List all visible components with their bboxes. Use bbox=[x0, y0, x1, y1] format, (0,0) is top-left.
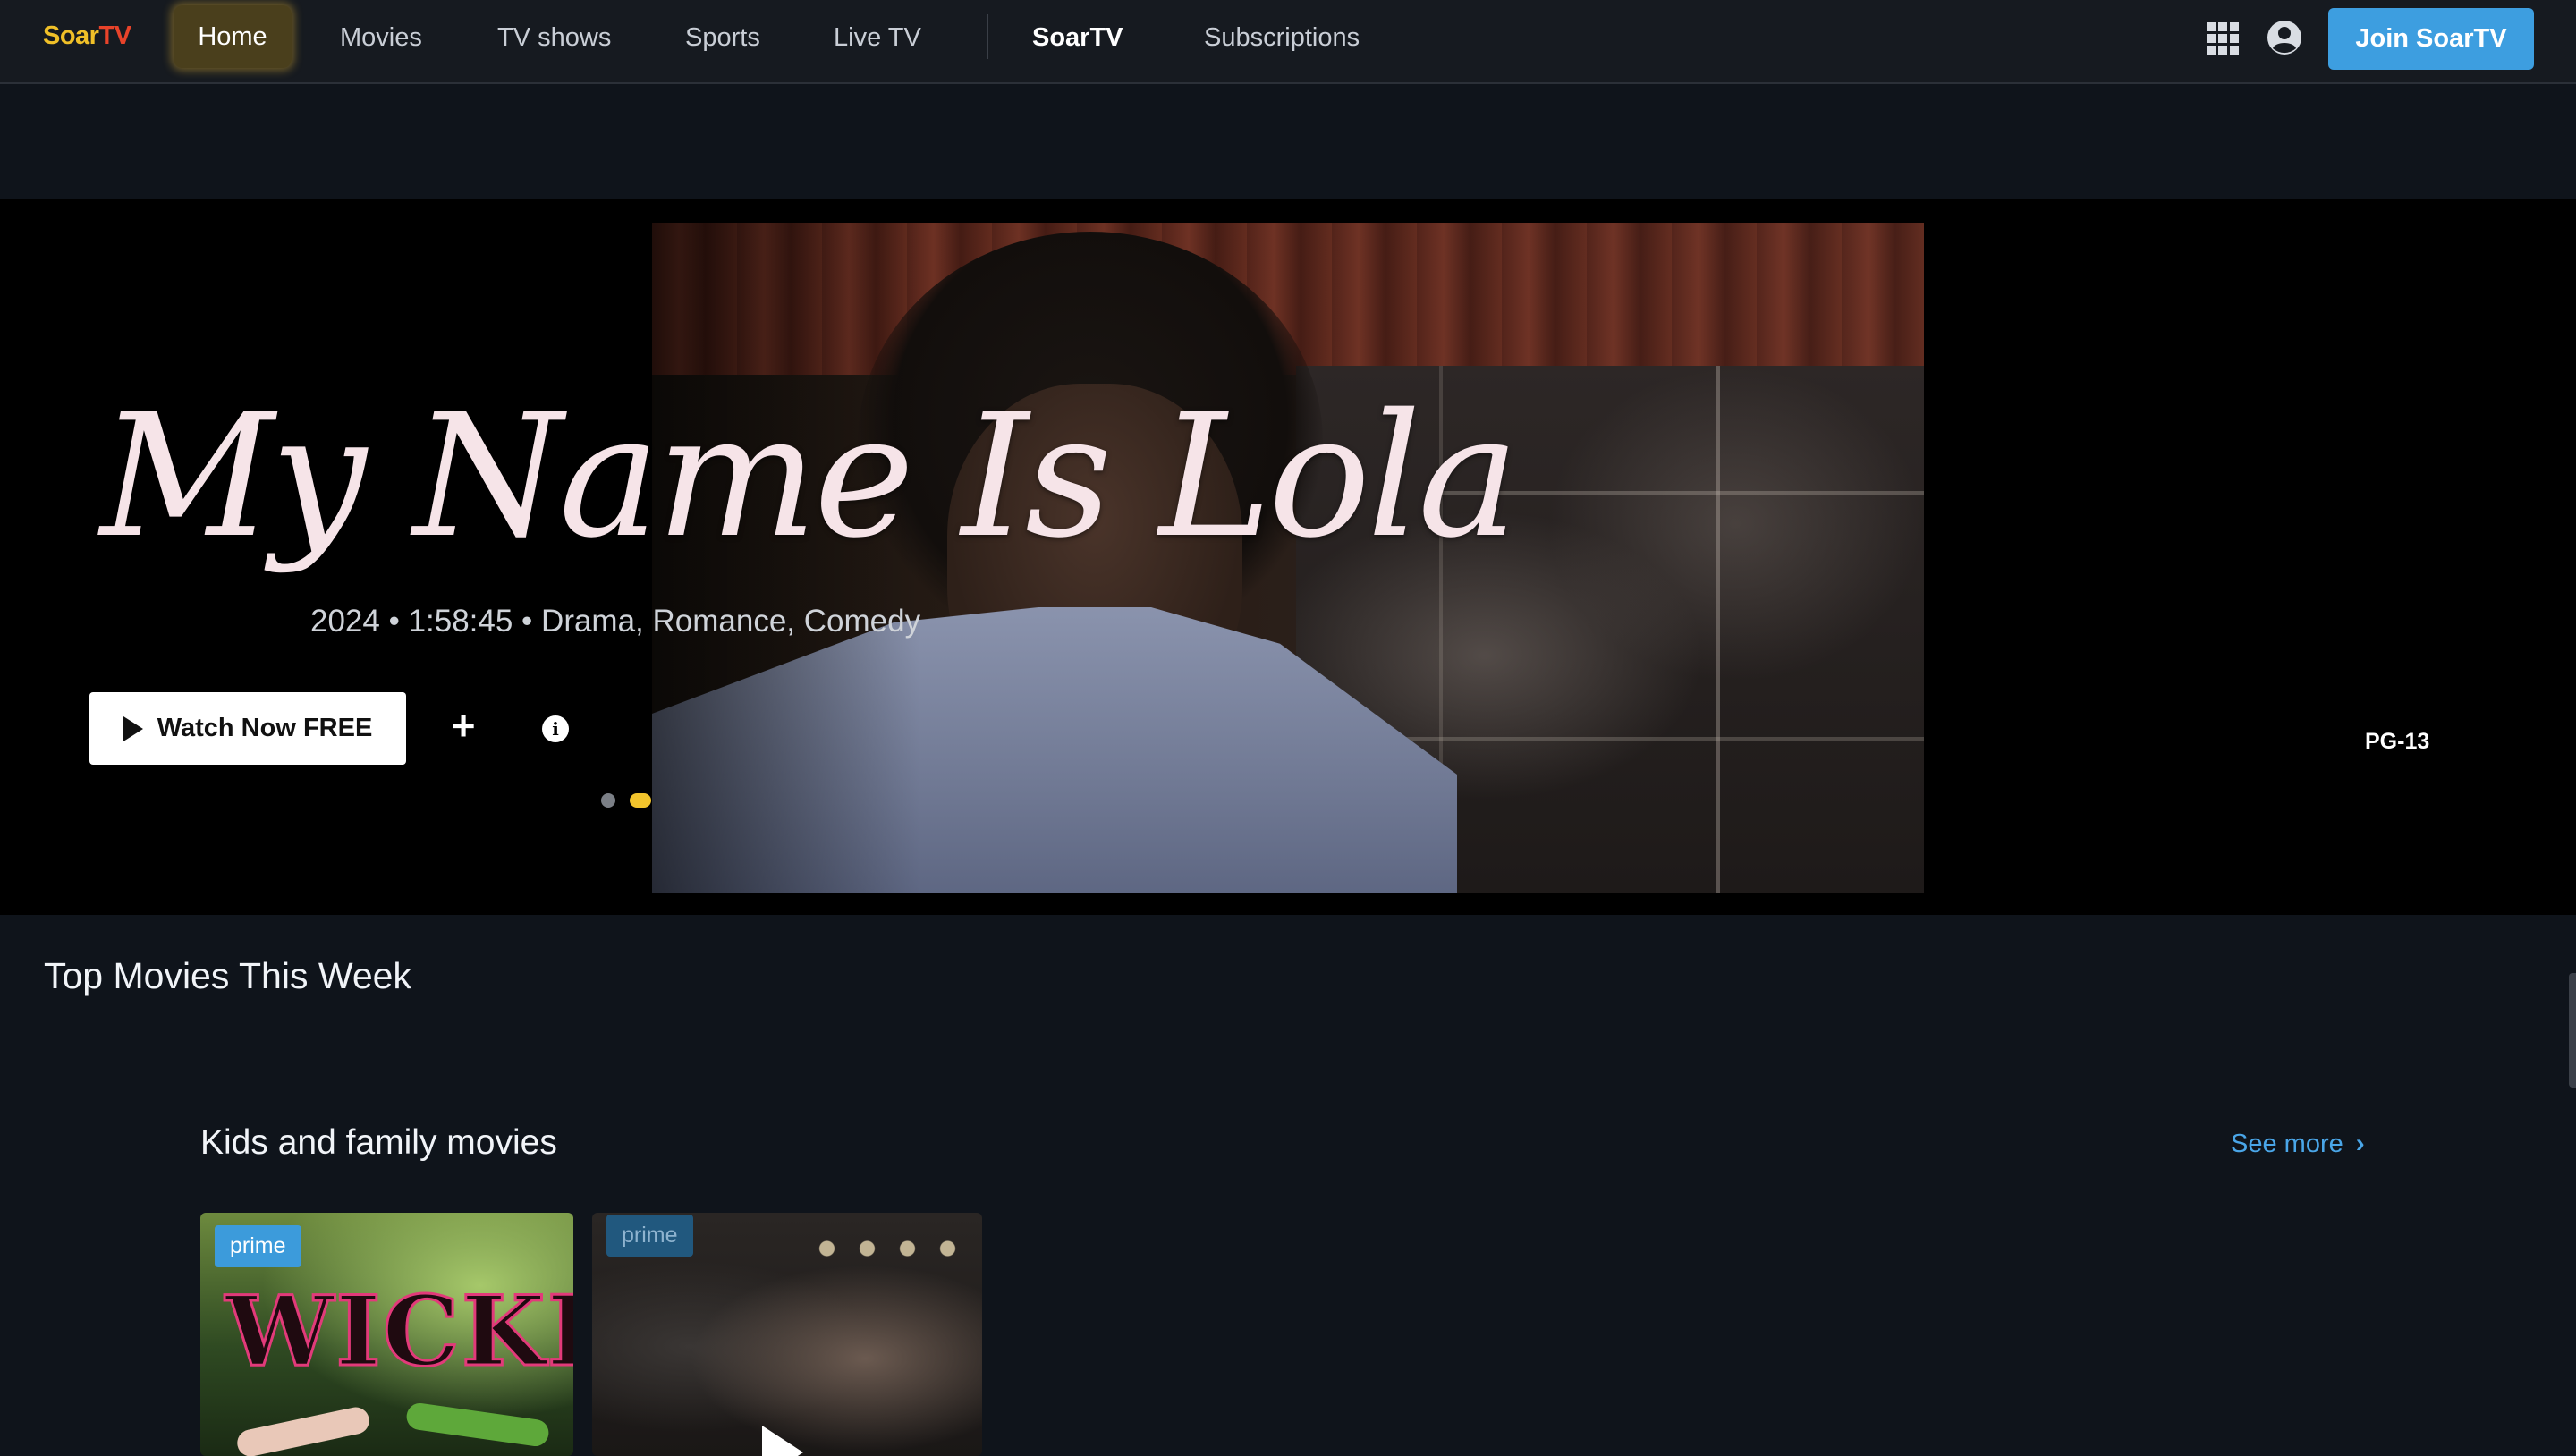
hero-backdrop-seam bbox=[1716, 366, 1720, 893]
see-more-link[interactable]: See more › bbox=[2231, 1129, 2365, 1159]
nav-item-soartv[interactable]: SoarTV bbox=[1032, 20, 1123, 55]
movie-card-wicked[interactable]: WICKED prime bbox=[200, 1213, 573, 1456]
soartv-logo[interactable]: SoarTV bbox=[43, 21, 131, 51]
carousel-dot[interactable] bbox=[601, 793, 615, 808]
carousel-dot-active[interactable] bbox=[630, 793, 651, 808]
top-nav: SoarTV Home Movies TV shows Sports Live … bbox=[0, 0, 2576, 84]
watch-now-button[interactable]: Watch Now FREE bbox=[89, 692, 406, 765]
join-soartv-button[interactable]: Join SoarTV bbox=[2328, 8, 2534, 70]
section-title-top-movies: Top Movies This Week bbox=[44, 955, 411, 996]
nav-item-movies[interactable]: Movies bbox=[340, 20, 422, 55]
row-title-kids-family: Kids and family movies bbox=[200, 1123, 557, 1162]
nav-divider bbox=[987, 14, 988, 59]
prime-badge: prime bbox=[215, 1225, 301, 1267]
card-poster-title: WICKED bbox=[225, 1274, 573, 1390]
card-poster-lights bbox=[807, 1240, 968, 1257]
play-icon bbox=[123, 715, 143, 741]
nav-item-subscriptions[interactable]: Subscriptions bbox=[1204, 20, 1360, 55]
see-more-label: See more bbox=[2231, 1129, 2343, 1158]
movie-card[interactable]: prime bbox=[592, 1213, 982, 1456]
nav-item-home[interactable]: Home bbox=[174, 5, 292, 68]
hero-banner[interactable]: My Name Is Lola 2024 • 1:58:45 • Drama, … bbox=[0, 199, 2576, 915]
hero-title: My Name Is Lola bbox=[100, 377, 1519, 575]
card-poster-hand bbox=[234, 1404, 372, 1456]
content-rating: PG-13 bbox=[2365, 729, 2430, 754]
watch-now-label: Watch Now FREE bbox=[157, 714, 373, 742]
nav-item-sports[interactable]: Sports bbox=[685, 20, 760, 55]
card-poster-hand bbox=[404, 1401, 551, 1448]
add-to-list-button[interactable]: + bbox=[444, 702, 483, 749]
grid-apps-icon[interactable] bbox=[2206, 21, 2240, 55]
hero-meta: 2024 • 1:58:45 • Drama, Romance, Comedy bbox=[310, 604, 921, 639]
chevron-right-icon: › bbox=[2355, 1129, 2365, 1158]
play-icon[interactable] bbox=[762, 1426, 803, 1456]
logo-text-tv: TV bbox=[98, 21, 131, 50]
nav-item-tv-shows[interactable]: TV shows bbox=[497, 20, 611, 55]
nav-item-live-tv[interactable]: Live TV bbox=[834, 20, 921, 55]
info-icon[interactable]: i bbox=[542, 715, 569, 742]
account-circle-icon[interactable] bbox=[2267, 20, 2302, 55]
scrollbar-handle[interactable] bbox=[2569, 973, 2576, 1088]
prime-badge: prime bbox=[606, 1215, 693, 1257]
logo-text-soar: Soar bbox=[43, 21, 99, 50]
